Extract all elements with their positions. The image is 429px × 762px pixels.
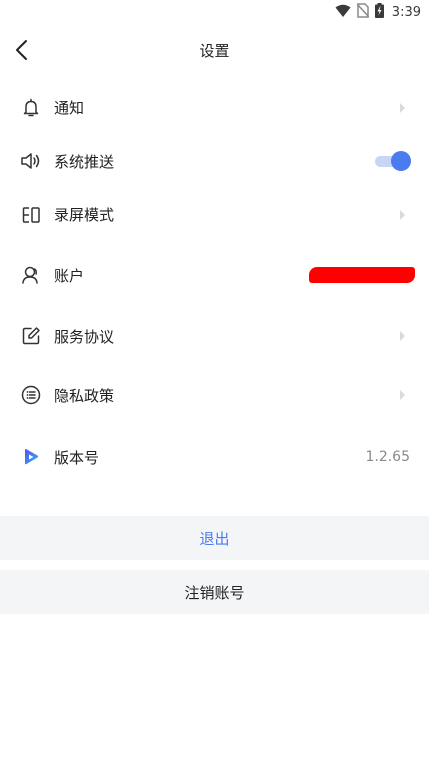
app-logo-icon	[20, 446, 42, 468]
settings-item-service-agreement[interactable]: 服务协议	[0, 308, 429, 364]
bell-icon	[20, 97, 42, 119]
page-title: 设置	[199, 42, 230, 60]
toggle-thumb	[391, 151, 411, 171]
settings-item-system-push: 系统推送	[0, 135, 429, 187]
settings-item-label: 服务协议	[54, 327, 115, 346]
chevron-right-icon	[397, 388, 407, 402]
system-push-toggle[interactable]	[375, 150, 411, 172]
status-icons: 3:39	[335, 2, 421, 22]
wifi-icon	[335, 3, 351, 22]
settings-item-privacy-policy[interactable]: 隐私政策	[0, 364, 429, 426]
status-time: 3:39	[391, 4, 421, 20]
delete-account-button[interactable]: 注销账号	[0, 570, 429, 614]
screen-record-icon	[20, 204, 42, 226]
settings-list: 通知 系统推送 录屏模式 账户 服务协议 隐私政策 版本号 1.2.65	[0, 80, 429, 488]
speaker-icon	[20, 150, 42, 172]
settings-item-label: 系统推送	[54, 152, 115, 171]
settings-item-label: 录屏模式	[54, 206, 115, 224]
battery-charging-icon	[374, 2, 384, 22]
no-sim-icon	[356, 2, 370, 22]
chevron-right-icon	[397, 208, 407, 222]
header: 设置	[0, 24, 429, 76]
settings-item-version: 版本号 1.2.65	[0, 426, 429, 488]
chevron-right-icon	[397, 101, 407, 115]
settings-item-label: 账户	[54, 266, 85, 285]
list-circle-icon	[20, 384, 42, 406]
account-value-redacted	[309, 267, 415, 283]
version-value: 1.2.65	[365, 449, 410, 465]
settings-item-notifications[interactable]: 通知	[0, 80, 429, 135]
chevron-right-icon	[397, 329, 407, 343]
settings-item-screen-record-mode[interactable]: 录屏模式	[0, 187, 429, 242]
settings-item-label: 版本号	[54, 448, 100, 467]
edit-document-icon	[20, 325, 42, 347]
status-bar: 3:39	[0, 0, 429, 24]
settings-item-account[interactable]: 账户	[0, 242, 429, 308]
settings-item-label: 隐私政策	[54, 386, 115, 405]
logout-button[interactable]: 退出	[0, 516, 429, 560]
settings-item-label: 通知	[54, 99, 85, 117]
user-icon	[20, 264, 42, 286]
